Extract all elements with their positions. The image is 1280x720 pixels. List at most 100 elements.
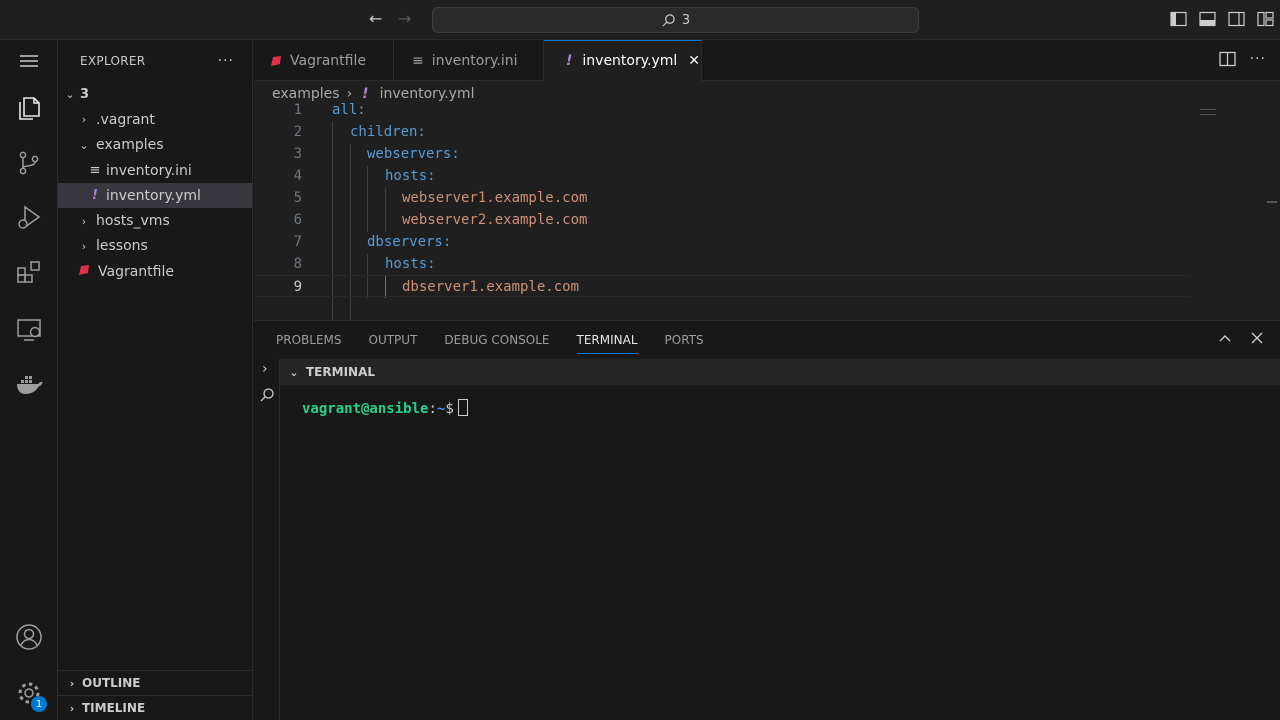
tree-file-inventory-yml[interactable]: ! inventory.yml [58,183,252,209]
tab-inventory-yml[interactable]: ! inventory.yml ✕ [544,40,702,81]
command-center-text: 3 [681,12,691,28]
tree-folder-examples[interactable]: ⌄ examples [58,133,252,158]
run-debug-icon[interactable] [0,193,58,241]
outline-label: OUTLINE [82,676,141,690]
terminal-section-header[interactable]: ⌄ TERMINAL [280,359,1280,385]
chevron-down-icon: ⌄ [79,138,89,152]
editor-more-actions-button[interactable]: ··· [1250,51,1266,71]
terminal-cursor [457,399,468,416]
prompt-symbol: $ [445,401,454,417]
settings-update-badge: 1 [31,696,47,712]
tab-close-button[interactable]: ✕ [688,53,700,69]
line-number: 8 [293,256,302,272]
chevron-right-icon[interactable]: › [262,361,268,377]
tab-vagrantfile[interactable]: Vagrantfile [254,40,394,81]
explorer-sidebar: EXPLORER ··· ⌄ 3 › .vagrant ⌄ examples ≡… [58,40,253,720]
toggle-panel-icon[interactable] [1199,11,1216,27]
scrollbar-marker[interactable] [1267,201,1277,203]
tab-problems[interactable]: PROBLEMS [276,321,342,359]
back-button[interactable]: ← [369,10,382,28]
ruby-file-icon [76,264,92,280]
settings-gear-icon[interactable]: 1 [0,669,58,717]
tree-item-label: inventory.ini [106,162,192,179]
chevron-right-icon: › [346,86,353,102]
prompt-colon: : [428,401,437,417]
explorer-more-actions-button[interactable]: ··· [218,53,234,69]
tree-item-label: lessons [96,238,148,255]
code-editor[interactable]: 1 all: 2 children: 3 webservers: 4 hosts… [254,101,1280,320]
tree-file-vagrantfile[interactable]: Vagrantfile [58,259,252,284]
tree-item-label: inventory.yml [106,187,201,204]
explorer-icon[interactable] [0,84,58,132]
chevron-right-icon: › [81,239,87,253]
line-number: 3 [293,146,302,162]
yaml-value: webserver2.example.com [402,212,588,228]
minimap[interactable] [1200,109,1216,115]
tree-item-label: examples [96,137,164,154]
tree-item-label: 3 [80,87,90,103]
tree-folder-vagrant[interactable]: › .vagrant [58,107,252,132]
code-line-current: 9 dbserver1.example.com [254,275,1190,297]
menu-icon[interactable] [0,37,58,85]
close-panel-icon[interactable] [1250,331,1264,349]
panel-tabs: PROBLEMS OUTPUT DEBUG CONSOLE TERMINAL P… [254,321,1280,359]
extensions-icon[interactable] [0,248,58,296]
tree-folder-lessons[interactable]: › lessons [58,234,252,259]
yaml-key: all: [332,102,366,118]
activity-bar: 1 [0,40,58,720]
toggle-primary-sidebar-icon[interactable] [1170,11,1187,27]
yaml-value: dbserver1.example.com [402,279,580,295]
code-line: 1 all: [254,101,1280,121]
yaml-key: hosts: [385,256,436,272]
chevron-down-icon: ⌄ [289,365,299,379]
breadcrumb-folder[interactable]: examples [272,86,340,102]
tab-terminal[interactable]: TERMINAL [576,321,638,359]
toggle-secondary-sidebar-icon[interactable] [1228,11,1245,27]
forward-button[interactable]: → [398,10,411,28]
tree-file-inventory-ini[interactable]: ≡ inventory.ini [58,158,252,183]
tab-label: inventory.ini [431,52,518,69]
title-bar: ← → 3 [0,0,1280,40]
tab-ports[interactable]: PORTS [665,321,704,359]
tab-debug-console[interactable]: DEBUG CONSOLE [444,321,549,359]
code-line: 6 webserver2.example.com [254,209,1280,231]
ini-icon: ≡ [412,52,424,69]
timeline-section[interactable]: › TIMELINE [58,695,253,720]
outline-section[interactable]: › OUTLINE [58,670,253,695]
yaml-icon: ! [362,86,369,102]
code-line: 8 hosts: [254,253,1280,275]
docker-icon[interactable] [0,360,58,408]
search-icon[interactable] [259,387,275,407]
chevron-right-icon: › [69,701,75,715]
yaml-key: hosts: [385,168,436,184]
editor-tab-bar: Vagrantfile ≡ inventory.ini ! inventory.… [254,40,1280,81]
yaml-value: webserver1.example.com [402,190,588,206]
tree-folder-root[interactable]: ⌄ 3 [58,82,252,107]
tree-item-label: hosts_vms [96,213,170,230]
yaml-icon: ! [566,53,573,69]
code-line: 5 webserver1.example.com [254,187,1280,209]
breadcrumb-file[interactable]: inventory.yml [380,86,475,102]
sidebar-title: EXPLORER [80,54,146,68]
tab-label: Vagrantfile [290,52,366,69]
remote-explorer-icon[interactable] [0,306,58,354]
chevron-right-icon: › [81,113,87,127]
line-number: 6 [293,212,302,228]
tree-folder-hosts-vms[interactable]: › hosts_vms [58,208,252,233]
line-number: 7 [293,234,302,250]
tab-output[interactable]: OUTPUT [369,321,418,359]
split-editor-icon[interactable] [1218,51,1236,71]
chevron-down-icon: ⌄ [65,88,75,102]
customize-layout-icon[interactable] [1257,11,1274,27]
terminal-output[interactable]: vagrant@ansible:~$ [302,399,468,417]
code-line: 4 hosts: [254,165,1280,187]
maximize-panel-icon[interactable] [1218,331,1232,349]
code-line: 2 children: [254,121,1280,143]
file-tree: ⌄ 3 › .vagrant ⌄ examples ≡ inventory.in… [58,82,252,284]
timeline-label: TIMELINE [82,701,146,715]
source-control-icon[interactable] [0,139,58,187]
tab-inventory-ini[interactable]: ≡ inventory.ini [394,40,544,81]
accounts-icon[interactable] [0,613,58,661]
command-center-search[interactable]: 3 [432,7,919,33]
yaml-key: children: [350,124,426,140]
